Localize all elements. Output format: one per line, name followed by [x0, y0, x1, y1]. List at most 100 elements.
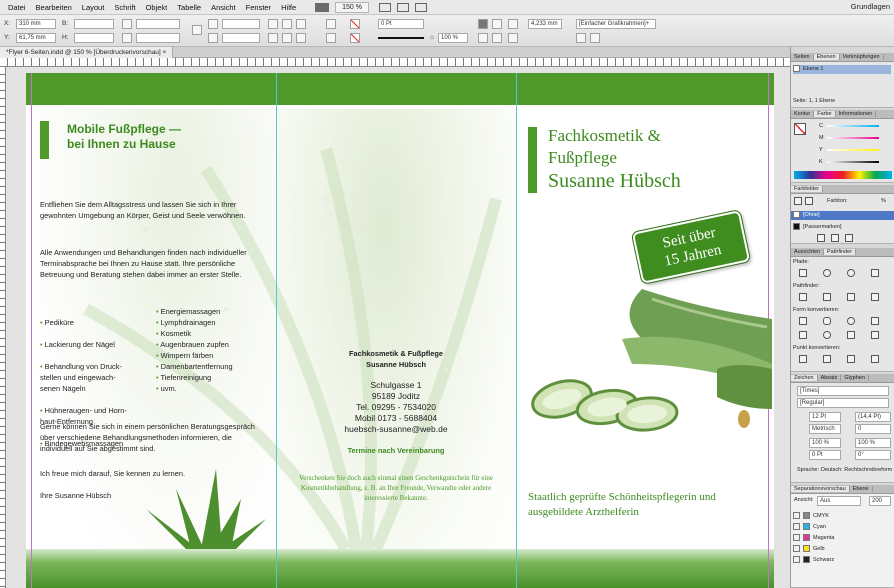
y-field[interactable]: 61,75 mm [16, 33, 56, 43]
menu-datei[interactable]: Datei [3, 3, 31, 12]
tab-ebene[interactable]: Ebene [849, 486, 873, 492]
screen-mode-icon[interactable] [396, 2, 409, 12]
tab-zeichen[interactable]: Zeichen [791, 375, 818, 381]
eye-icon[interactable] [793, 556, 800, 564]
symmetric-point-icon[interactable] [871, 355, 879, 363]
tab-ausrichten[interactable]: Ausrichten [791, 249, 824, 255]
sep-row-magenta[interactable]: Magenta [793, 533, 834, 543]
intersect-shape-icon[interactable] [847, 293, 855, 301]
baseline-field[interactable]: 0 Pt [809, 450, 841, 460]
flip-v-icon[interactable] [296, 33, 306, 43]
h-field[interactable] [74, 33, 114, 43]
constrain-icon[interactable] [192, 25, 202, 35]
line-icon[interactable] [847, 331, 855, 339]
subtract-shape-icon[interactable] [823, 293, 831, 301]
close-icon[interactable]: × [163, 49, 167, 56]
color-spectrum[interactable] [794, 171, 892, 179]
circle-icon[interactable] [823, 331, 831, 339]
smooth-point-icon[interactable] [847, 355, 855, 363]
font-style-field[interactable]: [Regular] [797, 398, 889, 408]
sep-row-cyan[interactable]: Cyan [793, 522, 826, 532]
slider-y[interactable] [827, 149, 879, 151]
workspace-switcher[interactable]: Grundlagen [851, 2, 890, 11]
flyer-spread[interactable]: Mobile Fußpflege — bei Ihnen zu Hause En… [26, 73, 774, 588]
reverse-path-icon[interactable] [871, 269, 879, 277]
rounded-rect-icon[interactable] [823, 317, 831, 325]
show-swatches-icon[interactable] [831, 234, 839, 242]
document-tab[interactable]: *Flyer 6-Seiten.indd @ 150 % [Überdrucke… [0, 47, 174, 58]
fit-icon-3[interactable] [508, 33, 518, 43]
arrange-docs-icon[interactable] [414, 2, 427, 12]
shear-icon[interactable] [208, 33, 218, 43]
object-style-select[interactable]: [Einfacher Grafikrahmen]+ [576, 19, 656, 29]
next-object-icon[interactable] [326, 33, 336, 43]
sep-view-select[interactable]: Aus [817, 496, 861, 506]
swatch-none[interactable]: [Ohne] [791, 211, 894, 220]
close-path-icon[interactable] [847, 269, 855, 277]
join-path-icon[interactable] [799, 269, 807, 277]
rotate-icon[interactable] [208, 19, 218, 29]
triangle-icon[interactable] [799, 331, 807, 339]
view-options-icon[interactable] [378, 2, 391, 12]
wrap-icon-1[interactable] [478, 19, 488, 29]
sep-row-gelb[interactable]: Gelb [793, 544, 825, 554]
pasteboard[interactable]: Mobile Fußpflege — bei Ihnen zu Hause En… [6, 67, 790, 588]
vertical-scale-field[interactable]: 100 % [809, 438, 841, 448]
corner-point-icon[interactable] [823, 355, 831, 363]
delete-swatch-icon[interactable] [845, 234, 853, 242]
new-swatch-icon[interactable] [817, 234, 825, 242]
tab-pathfinder[interactable]: Pathfinder [824, 249, 857, 255]
eye-icon[interactable] [793, 534, 800, 542]
menu-hilfe[interactable]: Hilfe [276, 3, 301, 12]
slider-k[interactable] [827, 161, 879, 163]
horizontal-ruler[interactable] [0, 58, 790, 67]
tab-ebenen[interactable]: Ebenen [813, 54, 840, 60]
font-family-field[interactable]: [Times] [797, 386, 889, 396]
flip-h-icon[interactable] [296, 19, 306, 29]
scale-y-icon[interactable] [122, 33, 132, 43]
slider-m[interactable] [827, 137, 879, 139]
exclude-shape-icon[interactable] [871, 293, 879, 301]
scale-x-icon[interactable] [122, 19, 132, 29]
open-path-icon[interactable] [823, 269, 831, 277]
tab-separationsvorschau[interactable]: Separationsvorschau [791, 486, 850, 492]
menu-fenster[interactable]: Fenster [241, 3, 276, 12]
tab-verknuepfungen[interactable]: Verknüpfungen [839, 54, 884, 60]
fill-swatch-icon[interactable] [794, 123, 806, 135]
menu-ansicht[interactable]: Ansicht [206, 3, 241, 12]
fill-icon[interactable] [794, 197, 802, 205]
stroke-align-icon[interactable] [508, 19, 518, 29]
layer-row[interactable]: Ebene 1 [793, 65, 891, 74]
tab-absatz[interactable]: Absatz [817, 375, 842, 381]
ellipse-icon[interactable] [847, 317, 855, 325]
fit-icon-1[interactable] [478, 33, 488, 43]
b-field[interactable] [74, 19, 114, 29]
scale-y-field[interactable] [136, 33, 180, 43]
fill-none-icon[interactable] [350, 19, 360, 29]
add-shape-icon[interactable] [799, 293, 807, 301]
fit-icon-2[interactable] [492, 33, 502, 43]
sep-row-schwarz[interactable]: Schwarz [793, 555, 834, 565]
wrap-icon-2[interactable] [492, 19, 502, 29]
plain-point-icon[interactable] [799, 355, 807, 363]
x-field[interactable]: 310 mm [16, 19, 56, 29]
menu-layout[interactable]: Layout [77, 3, 110, 12]
skew-field[interactable]: 0° [855, 450, 891, 460]
sep-ink-limit[interactable]: 200 [869, 496, 891, 506]
eye-icon[interactable] [793, 523, 800, 531]
tracking-field[interactable]: 0 [855, 424, 891, 434]
menu-bearbeiten[interactable]: Bearbeiten [31, 3, 77, 12]
shadow-icon[interactable] [590, 33, 600, 43]
kerning-field[interactable]: Metrisch [809, 424, 841, 434]
leading-field[interactable]: (14,4 Pt) [855, 412, 891, 422]
menu-tabelle[interactable]: Tabelle [172, 3, 206, 12]
rotate-cw-icon[interactable] [268, 19, 278, 29]
select-content-icon[interactable] [282, 33, 292, 43]
slider-c[interactable] [827, 125, 879, 127]
horizontal-scale-field[interactable]: 100 % [855, 438, 891, 448]
zoom-select[interactable]: 150 % [335, 1, 369, 13]
tab-glyphen[interactable]: Glyphen [841, 375, 869, 381]
shear-field[interactable] [222, 33, 260, 43]
eye-icon[interactable] [793, 545, 800, 553]
scale-x-field[interactable] [136, 19, 180, 29]
